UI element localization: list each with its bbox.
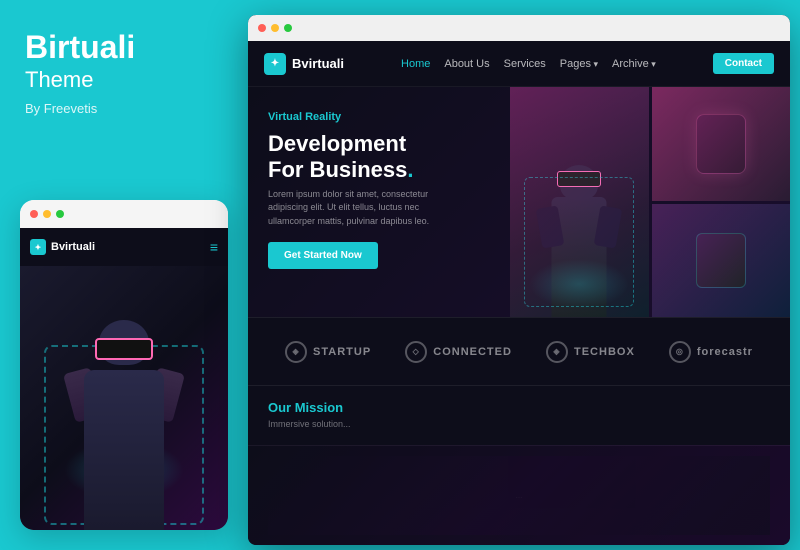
hero-section: Virtual Reality Development For Business… (248, 87, 790, 317)
mobile-hero-image (20, 266, 228, 530)
connected-icon: ◇ (405, 341, 427, 363)
startup-icon: ◈ (285, 341, 307, 363)
nav-link-services[interactable]: Services (504, 58, 546, 70)
hero-content: Virtual Reality Development For Business… (248, 87, 508, 317)
nav-link-home[interactable]: Home (401, 58, 430, 70)
brands-section: ◈ STARTUP ◇ CONNECTED ◈ TECHBOX ◎ foreca… (248, 317, 790, 385)
brand-techbox: ◈ TECHBOX (546, 341, 635, 363)
nav-link-archive[interactable]: Archive (612, 58, 656, 70)
hero-image-top-right (652, 87, 791, 201)
nav-link-pages[interactable]: Pages (560, 58, 598, 70)
mobile-dot-green (56, 210, 64, 218)
hero-tag: Virtual Reality (268, 111, 488, 123)
forecastr-icon: ◎ (669, 341, 691, 363)
nav-link-about[interactable]: About Us (444, 58, 489, 70)
contact-button[interactable]: Contact (713, 53, 774, 74)
left-panel: Birtuali Theme By Freevetis ✦ Bvirtuali … (0, 0, 240, 550)
vr-figure (64, 310, 184, 530)
site-logo-icon: ✦ (264, 53, 286, 75)
mobile-nav: ✦ Bvirtuali ≡ (20, 228, 228, 266)
vr-headset (95, 338, 153, 360)
hero-description: Lorem ipsum dolor sit amet, consectetur … (268, 188, 468, 229)
mobile-dot-red (30, 210, 38, 218)
mobile-dot-yellow (43, 210, 51, 218)
mobile-menu-icon: ≡ (210, 239, 218, 255)
mobile-hero (20, 266, 228, 530)
browser-dot-green (284, 24, 292, 32)
desktop-preview: ✦ Bvirtuali Home About Us Services Pages… (248, 15, 790, 545)
brand-subtitle: Theme (25, 67, 215, 93)
site-navigation: ✦ Bvirtuali Home About Us Services Pages… (248, 41, 790, 87)
browser-dot-red (258, 24, 266, 32)
hero-image-large (510, 87, 649, 317)
brand-startup: ◈ STARTUP (285, 341, 371, 363)
brand-title: Birtuali (25, 30, 215, 65)
hero-image-bottom-right (652, 204, 791, 318)
vr-body (84, 370, 164, 530)
mobile-logo: ✦ Bvirtuali (30, 239, 95, 255)
mission-subtitle: Immersive solution... (268, 419, 770, 429)
hero-cta-button[interactable]: Get Started Now (268, 242, 378, 269)
hero-images-grid (510, 87, 790, 317)
bottom-section: ... (248, 445, 790, 545)
brand-author: By Freevetis (25, 101, 215, 116)
techbox-icon: ◈ (546, 341, 568, 363)
mission-title: Our Mission (268, 400, 770, 415)
nav-links: Home About Us Services Pages Archive (401, 58, 656, 70)
mission-section: Our Mission Immersive solution... (248, 385, 790, 445)
mobile-preview-card: ✦ Bvirtuali ≡ (20, 200, 228, 530)
site-logo: ✦ Bvirtuali (264, 53, 344, 75)
vr-head (99, 320, 149, 365)
browser-chrome-bar (248, 15, 790, 41)
brand-connected: ◇ CONNECTED (405, 341, 512, 363)
mobile-browser-bar (20, 200, 228, 228)
mobile-logo-icon: ✦ (30, 239, 46, 255)
brand-forecastr: ◎ forecastr (669, 341, 753, 363)
browser-dot-yellow (271, 24, 279, 32)
hero-title: Development For Business. (268, 131, 488, 184)
